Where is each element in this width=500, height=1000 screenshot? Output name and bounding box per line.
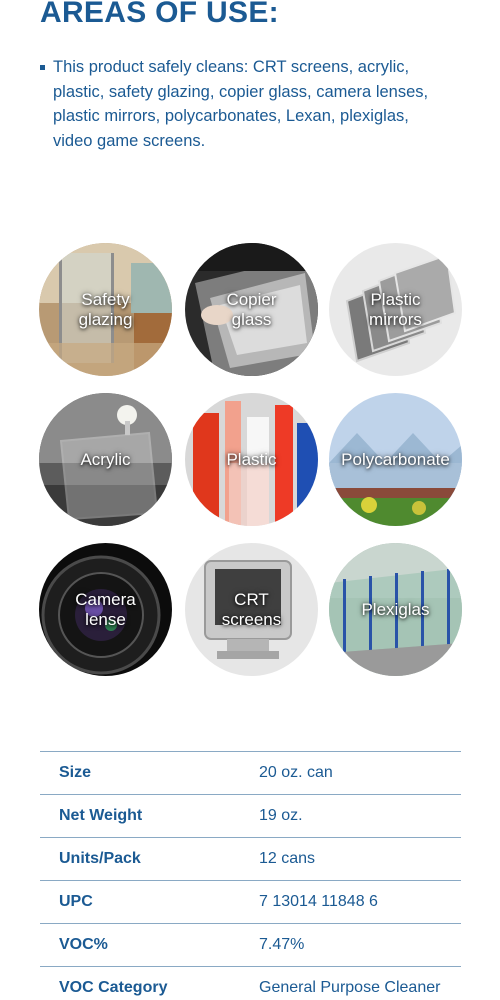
spec-value: 7 13014 11848 6	[259, 893, 378, 910]
tile-acrylic: Acrylic	[39, 393, 172, 526]
spec-value: 12 cans	[259, 850, 316, 867]
spec-key: VOC Category	[59, 979, 168, 996]
tile-label: Copier glass	[226, 289, 277, 329]
tile-label: Camera lense	[75, 589, 136, 629]
tile-plastic: Plastic	[185, 393, 318, 526]
tile-plexiglas: Plexiglas	[329, 543, 462, 676]
spec-key: Size	[59, 764, 92, 781]
tile-label: Polycarbonate	[341, 449, 450, 469]
tile-label: Acrylic	[80, 449, 131, 469]
tile-label: Plastic	[226, 449, 277, 469]
uses-text: This product safely cleans: CRT screens,…	[53, 58, 429, 150]
tile-polycarbonate: Polycarbonate	[329, 393, 462, 526]
specs-table: Size 20 oz. can Net Weight 19 oz. Units/…	[40, 751, 461, 1000]
tile-copier-glass: Copier glass	[185, 243, 318, 376]
section-heading: AREAS OF USE:	[40, 0, 279, 29]
specs-row-voc-category: VOC Category General Purpose Cleaner	[40, 967, 461, 1000]
spec-value: 19 oz.	[259, 807, 303, 824]
spec-key: UPC	[59, 893, 93, 910]
product-page: AREAS OF USE: This product safely cleans…	[0, 0, 500, 1000]
tile-label: CRT screens	[221, 589, 282, 629]
tile-camera-lense: Camera lense	[39, 543, 172, 676]
spec-key: Net Weight	[59, 807, 143, 824]
tile-label: Plexiglas	[361, 599, 430, 619]
spec-value: General Purpose Cleaner	[259, 979, 441, 996]
spec-value: 7.47%	[259, 936, 305, 953]
spec-key: Units/Pack	[59, 850, 141, 867]
tile-label: Safety glazing	[78, 289, 133, 329]
bullet-icon	[40, 65, 45, 70]
uses-bullet: This product safely cleans: CRT screens,…	[40, 55, 450, 153]
specs-row-size: Size 20 oz. can	[40, 752, 461, 795]
specs-row-net-weight: Net Weight 19 oz.	[40, 795, 461, 838]
spec-value: 20 oz. can	[259, 764, 333, 781]
specs-row-units-pack: Units/Pack 12 cans	[40, 838, 461, 881]
spec-key: VOC%	[59, 936, 108, 953]
tile-label: Plastic mirrors	[369, 289, 422, 329]
tile-safety-glazing: Safety glazing	[39, 243, 172, 376]
use-tiles-grid: Safety glazing Copier glass Plastic mirr…	[39, 243, 464, 677]
specs-row-voc-percent: VOC% 7.47%	[40, 924, 461, 967]
tile-plastic-mirrors: Plastic mirrors	[329, 243, 462, 376]
tile-crt-screens: CRT screens	[185, 543, 318, 676]
specs-row-upc: UPC 7 13014 11848 6	[40, 881, 461, 924]
